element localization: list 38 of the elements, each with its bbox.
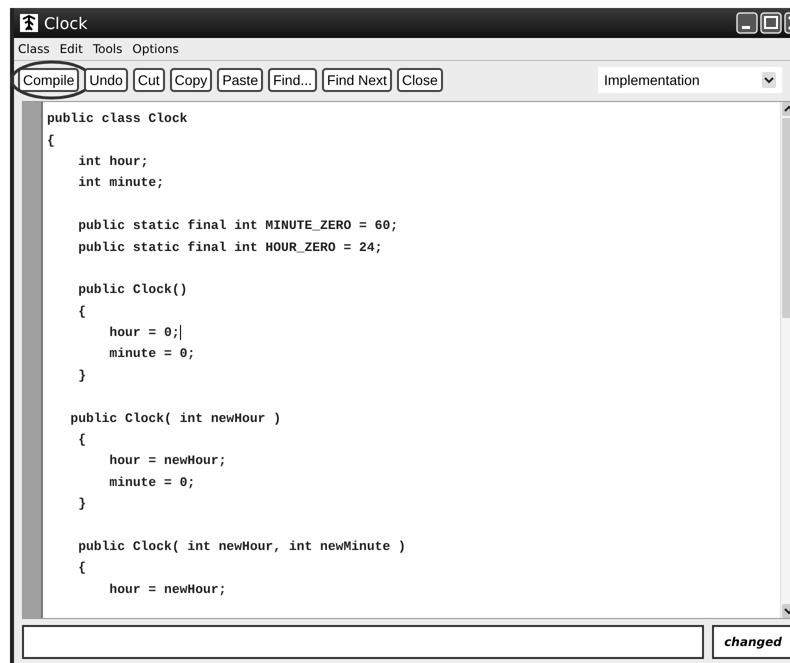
code-line: hour = 0; [108, 325, 180, 340]
toolbar-button[interactable]: Cut [132, 68, 165, 92]
caret-icon [762, 72, 776, 88]
code-line: { [77, 560, 86, 576]
toolbar-button[interactable]: Find... [268, 68, 318, 92]
code-line: int hour; [77, 154, 148, 169]
code-line: public static final int HOUR_ZERO = 24; [77, 240, 382, 255]
code-line: } [77, 496, 86, 512]
code-line: hour = newHour; [108, 453, 226, 468]
code-line: minute = 0; [108, 346, 196, 362]
code-line: int minute; [77, 175, 164, 190]
minimize-icon[interactable] [736, 12, 758, 34]
toolbar-button[interactable]: Copy [170, 68, 212, 92]
code-line: { [77, 304, 86, 319]
code-line: public class Clock [47, 111, 188, 126]
code-line: minute = 0; [108, 474, 196, 490]
view-dropdown[interactable]: Implementation [598, 67, 782, 93]
window-title: Clock [44, 14, 88, 32]
toolbar-button[interactable]: Compile [18, 68, 80, 92]
app-icon [20, 14, 38, 32]
toolbar-button[interactable]: Paste [217, 68, 264, 92]
menu-item[interactable]: Edit [60, 42, 83, 56]
code-line: public Clock( int newHour ) [69, 410, 282, 426]
code-line: } [77, 368, 86, 383]
save-state-label: changed [712, 625, 790, 659]
menu-item[interactable]: Tools [92, 42, 122, 56]
code-line: public Clock() [77, 282, 188, 298]
toolbar-button[interactable]: Undo [84, 68, 128, 92]
code-line: { [77, 432, 86, 448]
menu-item[interactable]: Class [18, 42, 50, 56]
code-line: public static final int MINUTE_ZERO = 60; [77, 218, 398, 234]
toolbar-button[interactable]: Find Next [322, 68, 392, 92]
toolbar-button[interactable]: Close [396, 68, 443, 92]
code-line: public Clock( int newHour, int newMinute ) [77, 539, 406, 554]
menu-item[interactable]: Options [132, 42, 179, 56]
maximize-icon[interactable] [760, 12, 782, 34]
code-line: { [47, 132, 55, 148]
code-line: hour = newHour; [108, 582, 226, 597]
